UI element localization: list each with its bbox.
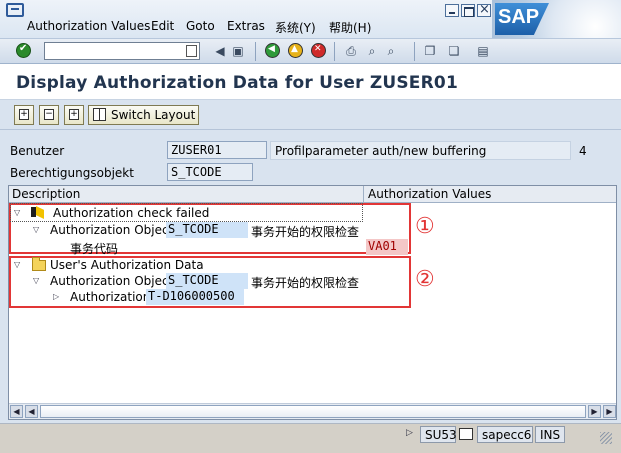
menu-edit[interactable]: Edit (151, 19, 174, 33)
save-icon[interactable]: ▣ (230, 44, 246, 58)
menu-authorization-values[interactable]: Authorization Values (27, 19, 150, 33)
scrollbar-thumb[interactable] (40, 405, 586, 418)
marker-2: ② (415, 267, 435, 292)
chevron-down-icon[interactable]: ▽ (33, 225, 39, 234)
tree-node-check-failed[interactable]: Authorization check failed (53, 206, 209, 220)
menu-goto[interactable]: Goto (186, 19, 215, 33)
tree-node-user-auth-data[interactable]: User's Authorization Data (50, 258, 204, 272)
column-authorization-values[interactable]: Authorization Values (366, 186, 493, 203)
folder-icon (32, 257, 46, 271)
toolbar-divider (255, 42, 256, 61)
expand-subtree-icon: + (69, 109, 79, 120)
user-field: ZUSER01 (167, 141, 267, 159)
system-info-icon[interactable] (459, 428, 473, 440)
auth-object-field: S_TCODE (167, 163, 253, 181)
profile-parameter-value: 4 (579, 144, 587, 158)
authorization-value: T-D106000500 (146, 289, 244, 305)
collapse-all-button[interactable]: − (39, 105, 59, 125)
menu-system[interactable]: 系统(Y) (275, 19, 316, 36)
chevron-right-icon[interactable]: ▷ (406, 428, 413, 438)
chevron-right-icon[interactable]: ▷ (53, 292, 59, 301)
scroll-left-icon[interactable]: ◀ (10, 405, 23, 418)
chevron-down-icon[interactable]: ▽ (14, 260, 20, 269)
scroll-right-page-icon[interactable]: ▶ (588, 405, 601, 418)
find-next-icon[interactable]: ⌕ (383, 44, 399, 58)
page-title: Display Authorization Data for User ZUSE… (16, 73, 458, 93)
minimize-icon[interactable] (445, 4, 459, 17)
auth-object-label: Berechtigungsobjekt (10, 166, 134, 180)
tree-node-authorization-label[interactable]: Authorization (70, 290, 150, 304)
help-icon[interactable]: ▤ (475, 44, 491, 58)
close-icon[interactable] (477, 2, 491, 17)
status-server: sapecc6 (477, 426, 533, 443)
command-history-icon[interactable] (186, 45, 197, 57)
expand-all-button[interactable]: + (14, 105, 34, 125)
tree-node-auth-object-label[interactable]: Authorization Object (50, 223, 173, 237)
shortcut-icon[interactable]: ❏ (446, 44, 462, 58)
status-mode: INS (535, 426, 565, 443)
collapse-all-icon: − (44, 109, 54, 120)
command-field[interactable] (44, 42, 200, 60)
column-divider (363, 186, 364, 203)
expand-all-icon: + (19, 109, 29, 120)
back-icon[interactable] (265, 43, 280, 58)
chevron-down-icon[interactable]: ▽ (14, 208, 20, 217)
scroll-left-page-icon[interactable]: ◀ (25, 405, 38, 418)
warning-flag-icon (31, 206, 45, 219)
column-description[interactable]: Description (10, 186, 82, 203)
expand-subtree-button[interactable]: + (64, 105, 84, 125)
field-value: VA01 (366, 239, 408, 255)
status-transaction: SU53 (420, 426, 457, 443)
auth-object-description: 事务开始的权限检查 (251, 225, 360, 239)
auth-object-description: 事务开始的权限检查 (251, 276, 360, 290)
auth-object-name: S_TCODE (166, 222, 248, 238)
exit-icon[interactable] (288, 43, 303, 58)
tree-node-auth-object-label[interactable]: Authorization Object (50, 274, 173, 288)
marker-1: ① (415, 214, 435, 239)
scroll-right-icon[interactable]: ▶ (603, 405, 616, 418)
toolbar-divider (414, 42, 415, 61)
user-label: Benutzer (10, 144, 65, 158)
chevron-down-icon[interactable]: ▽ (33, 276, 39, 285)
print-icon[interactable]: ⎙ (343, 44, 359, 58)
tree-node-field-name[interactable]: 事务代码 (70, 240, 118, 257)
menu-extras[interactable]: Extras (227, 19, 265, 33)
profile-parameter-text: Profilparameter auth/new buffering (270, 141, 571, 160)
maximize-icon[interactable] (461, 4, 475, 17)
app-menu-icon[interactable] (6, 3, 24, 17)
toolbar-divider (334, 42, 335, 61)
enter-icon[interactable] (16, 43, 31, 58)
switch-layout-icon (93, 108, 106, 121)
auth-object-name: S_TCODE (166, 273, 248, 289)
chevron-left-icon[interactable]: ◀ (212, 44, 228, 58)
cancel-icon[interactable] (311, 43, 326, 58)
tree-header (9, 186, 616, 203)
new-session-icon[interactable]: ❐ (422, 44, 438, 58)
resize-grip-icon[interactable] (600, 432, 612, 444)
menu-help[interactable]: 帮助(H) (329, 19, 371, 36)
find-icon[interactable]: ⌕ (364, 44, 380, 58)
